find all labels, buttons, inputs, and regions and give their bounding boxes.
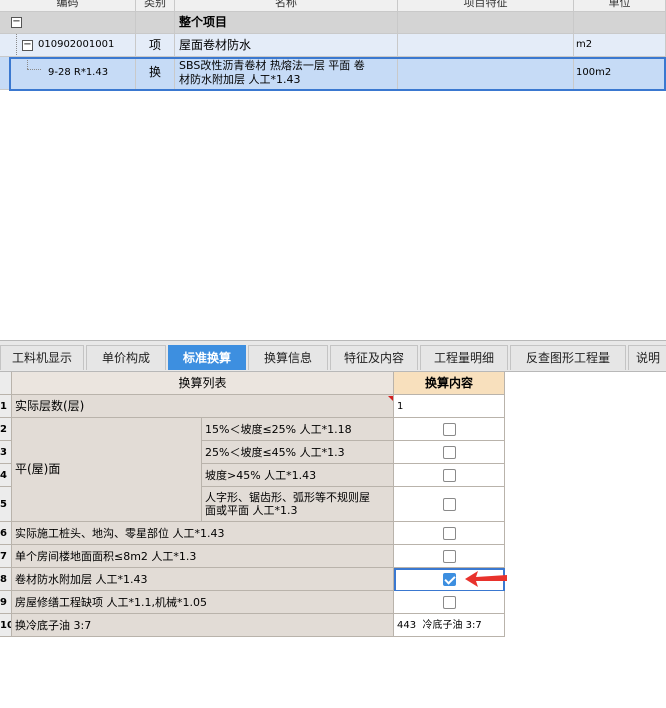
conversion-label: 人字形、锯齿形、弧形等不规则屋 面或平面 人工*1.3 bbox=[202, 487, 394, 522]
tree-line bbox=[27, 57, 28, 69]
row-number: 2 bbox=[0, 418, 12, 441]
tab-quantity-detail[interactable]: 工程量明细 bbox=[420, 345, 508, 370]
floor-count-input[interactable]: 1 bbox=[394, 395, 505, 418]
group-label-flat-roof: 平(屋)面 bbox=[12, 418, 202, 522]
cell-feature bbox=[398, 34, 574, 57]
quota-code: 9-28 R*1.43 bbox=[48, 67, 109, 78]
conversion-checkbox[interactable] bbox=[442, 526, 456, 540]
checkmark-icon[interactable] bbox=[442, 572, 456, 586]
checkbox-cell bbox=[394, 487, 505, 522]
tab-standard-conversion[interactable]: 标准换算 bbox=[168, 345, 246, 370]
tab-unit-price[interactable]: 单价构成 bbox=[86, 345, 166, 370]
cell-code: − 010902001001 bbox=[0, 34, 136, 57]
conversion-label: 坡度>45% 人工*1.43 bbox=[202, 464, 394, 487]
row-number: 9 bbox=[0, 591, 12, 614]
cell-type: 换 bbox=[136, 57, 175, 90]
tree-line bbox=[16, 34, 17, 56]
col-header-name[interactable]: 名称 bbox=[175, 0, 398, 12]
col-header-code[interactable]: 编码 bbox=[0, 0, 136, 12]
conversion-label: 换冷底子油 3:7 bbox=[12, 614, 394, 637]
conversion-checkbox[interactable] bbox=[442, 422, 456, 436]
checkbox-cell bbox=[394, 418, 505, 441]
row-number: 6 bbox=[0, 522, 12, 545]
checkbox-cell bbox=[394, 522, 505, 545]
minus-box-icon[interactable]: − bbox=[11, 17, 22, 28]
cell-code: − bbox=[0, 12, 136, 34]
tree-line bbox=[27, 69, 41, 70]
tab-conversion-info[interactable]: 换算信息 bbox=[248, 345, 328, 370]
row-number: 7 bbox=[0, 545, 12, 568]
cell-feature bbox=[398, 57, 574, 90]
detail-tabbar: 工料机显示 单价构成 标准换算 换算信息 特征及内容 工程量明细 反查图形工程量… bbox=[0, 340, 666, 372]
table-row-quota-selected[interactable]: 9-28 R*1.43 换 SBS改性沥青卷材 热熔法一层 平面 卷 材防水附加… bbox=[0, 57, 666, 90]
conversion-checkbox[interactable] bbox=[442, 468, 456, 482]
row-number: 1 bbox=[0, 395, 12, 418]
table-row-project[interactable]: − 整个项目 bbox=[0, 12, 666, 34]
tab-description[interactable]: 说明 bbox=[628, 345, 666, 370]
cell-code: 9-28 R*1.43 bbox=[0, 57, 136, 90]
conversion-checkbox[interactable] bbox=[442, 497, 456, 511]
item-grid-header: 编码 类别 名称 项目特征 单位 bbox=[0, 0, 666, 12]
cell-name: 整个项目 bbox=[175, 12, 398, 34]
tab-features[interactable]: 特征及内容 bbox=[330, 345, 418, 370]
conversion-grid: 换算列表 换算内容 1 实际层数(层) 1 2 3 4 5 平(屋)面 15%＜… bbox=[0, 372, 666, 708]
col-header-feature[interactable]: 项目特征 bbox=[398, 0, 574, 12]
conversion-checkbox[interactable] bbox=[442, 549, 456, 563]
cell-name: 屋面卷材防水 bbox=[175, 34, 398, 57]
material-select[interactable]: 443 冷底子油 3:7 bbox=[394, 614, 505, 637]
col-header-unit[interactable]: 单位 bbox=[574, 0, 666, 12]
conversion-label: 实际层数(层) bbox=[12, 395, 394, 418]
item-grid: 编码 类别 名称 项目特征 单位 − 整个项目 − 010902001001 项… bbox=[0, 0, 666, 92]
conversion-checkbox[interactable] bbox=[442, 595, 456, 609]
checkbox-cell bbox=[394, 441, 505, 464]
row-header-corner bbox=[0, 372, 12, 395]
col-header-type[interactable]: 类别 bbox=[136, 0, 175, 12]
checkbox-cell bbox=[394, 464, 505, 487]
cell-type: 项 bbox=[136, 34, 175, 57]
cell-name: SBS改性沥青卷材 热熔法一层 平面 卷 材防水附加层 人工*1.43 bbox=[175, 57, 398, 90]
conversion-label: 单个房间楼地面面积≤8m2 人工*1.3 bbox=[12, 545, 394, 568]
cell-unit: 100m2 bbox=[574, 57, 666, 90]
cell-type bbox=[136, 12, 175, 34]
label-line-1: 人字形、锯齿形、弧形等不规则屋 bbox=[205, 491, 370, 504]
name-line-1: SBS改性沥青卷材 热熔法一层 平面 卷 bbox=[179, 59, 365, 72]
conversion-checkbox[interactable] bbox=[442, 445, 456, 459]
cell-unit bbox=[574, 12, 666, 34]
tab-reverse-lookup[interactable]: 反查图形工程量 bbox=[510, 345, 626, 370]
row-number: 4 bbox=[0, 464, 12, 487]
conversion-label: 实际施工桩头、地沟、零星部位 人工*1.43 bbox=[12, 522, 394, 545]
table-row-bill-item[interactable]: − 010902001001 项 屋面卷材防水 m2 bbox=[0, 34, 666, 57]
comment-marker-icon bbox=[388, 396, 393, 401]
item-code: 010902001001 bbox=[38, 39, 115, 50]
grid-empty-area bbox=[0, 92, 666, 340]
checkbox-cell bbox=[394, 591, 505, 614]
name-line-2: 材防水附加层 人工*1.43 bbox=[179, 73, 301, 86]
checkbox-cell bbox=[394, 545, 505, 568]
cell-unit: m2 bbox=[574, 34, 666, 57]
conversion-label: 15%＜坡度≤25% 人工*1.18 bbox=[202, 418, 394, 441]
row-number: 10 bbox=[0, 614, 12, 637]
conversion-label: 房屋修缮工程缺项 人工*1.1,机械*1.05 bbox=[12, 591, 394, 614]
row-number: 3 bbox=[0, 441, 12, 464]
red-arrow-icon bbox=[465, 571, 507, 587]
tab-labor-material-machine[interactable]: 工料机显示 bbox=[0, 345, 84, 370]
row-number: 5 bbox=[0, 487, 12, 522]
conversion-label: 25%＜坡度≤45% 人工*1.3 bbox=[202, 441, 394, 464]
label-line-2: 面或平面 人工*1.3 bbox=[205, 504, 298, 517]
conversion-label: 卷材防水附加层 人工*1.43 bbox=[12, 568, 394, 591]
app-window: 编码 类别 名称 项目特征 单位 − 整个项目 − 010902001001 项… bbox=[0, 0, 666, 708]
minus-box-icon[interactable]: − bbox=[22, 40, 33, 51]
cell-feature bbox=[398, 12, 574, 34]
col-header-conversion-content[interactable]: 换算内容 bbox=[394, 372, 505, 395]
row-number: 8 bbox=[0, 568, 12, 591]
col-header-conversion-list[interactable]: 换算列表 bbox=[12, 372, 394, 395]
